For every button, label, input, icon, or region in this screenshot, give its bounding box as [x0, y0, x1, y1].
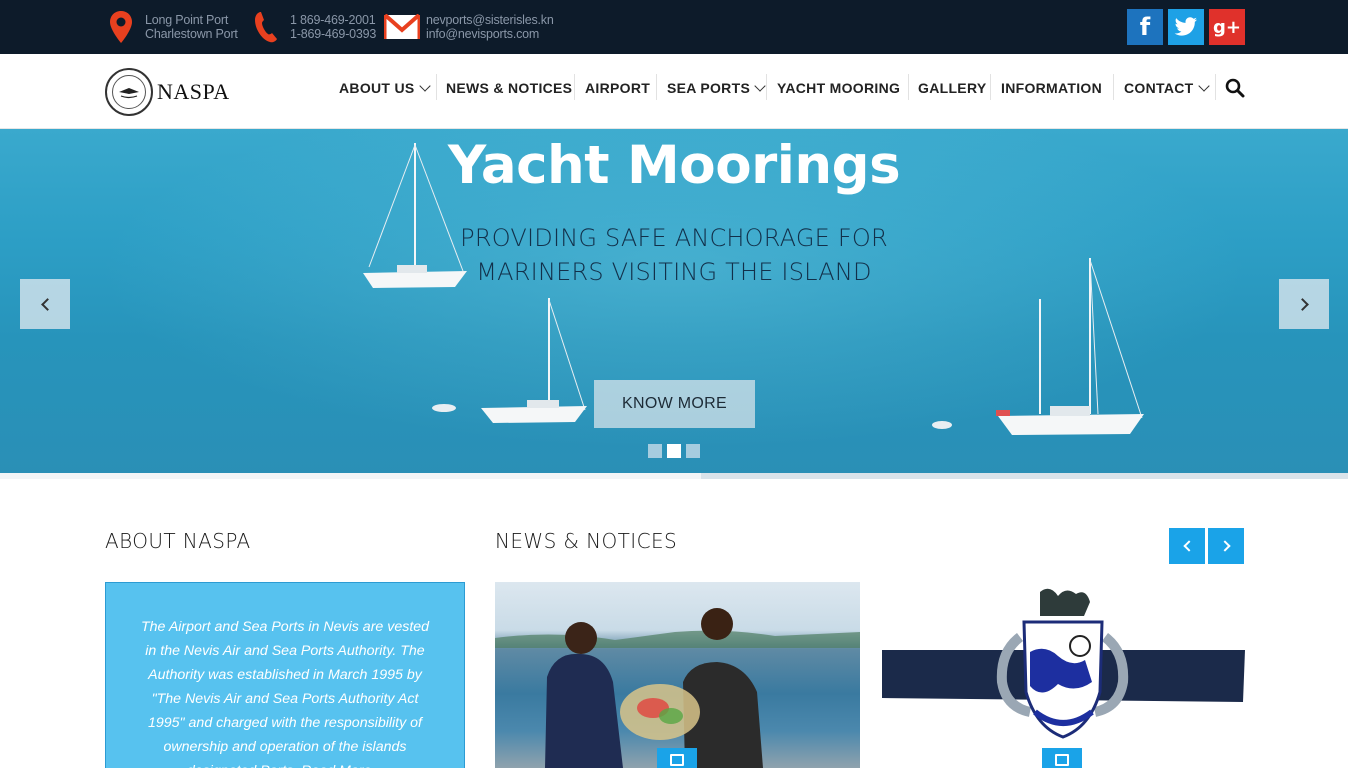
nav-news-notices[interactable]: NEWS & NOTICES: [446, 76, 572, 100]
chevron-down-icon: [1197, 80, 1210, 92]
nav-about-us-label: ABOUT US: [339, 80, 415, 96]
nav-airport[interactable]: AIRPORT: [585, 76, 650, 100]
coat-of-arms-image: [882, 588, 1245, 739]
slider-dot-active[interactable]: [667, 444, 681, 458]
news-prev-button[interactable]: [1169, 528, 1205, 564]
google-plus-icon[interactable]: g+: [1209, 9, 1245, 45]
phone-info: 1 869-469-2001 1-869-469-0393: [248, 10, 376, 44]
news-badge: [657, 748, 697, 768]
facebook-glyph: f: [1139, 13, 1151, 41]
email-line-2[interactable]: info@nevisports.com: [426, 27, 554, 41]
hero-subtitle: PROVIDING SAFE ANCHORAGE FOR MARINERS VI…: [0, 221, 1348, 289]
slider-dot[interactable]: [686, 444, 700, 458]
google-plus-glyph: g+: [1213, 16, 1241, 38]
nav-information[interactable]: INFORMATION: [1001, 76, 1102, 100]
naspa-seal-icon: [105, 68, 153, 116]
nav-yacht-mooring[interactable]: YACHT MOORING: [777, 76, 900, 100]
phone-line-2[interactable]: 1-869-469-0393: [290, 27, 376, 41]
document-icon: [1055, 754, 1069, 766]
nav-contact-label: CONTACT: [1124, 80, 1194, 96]
site-logo[interactable]: NASPA: [105, 68, 230, 116]
slider-dot[interactable]: [648, 444, 662, 458]
nav-divider: [1113, 74, 1114, 100]
nav-about-us[interactable]: ABOUT US: [339, 76, 431, 100]
search-icon[interactable]: [1225, 78, 1245, 98]
slider-progress-bar: [0, 473, 1348, 479]
news-section-title: NEWS & NOTICES: [495, 529, 678, 553]
dinghy-image: [932, 421, 952, 429]
slider-next-button[interactable]: [1279, 279, 1329, 329]
slider-pagination: [648, 444, 700, 458]
nav-divider: [990, 74, 991, 100]
nav-gallery-label: GALLERY: [918, 80, 987, 96]
location-line-2: Charlestown Port: [145, 27, 238, 41]
facebook-icon[interactable]: f: [1127, 9, 1163, 45]
hero-slider: Yacht Moorings PROVIDING SAFE ANCHORAGE …: [0, 129, 1348, 479]
email-line-1[interactable]: nevports@sisterisles.kn: [426, 13, 554, 27]
news-card-crest[interactable]: [880, 582, 1245, 768]
about-section-title: ABOUT NASPA: [105, 529, 251, 553]
chevron-down-icon: [754, 80, 766, 92]
about-card: The Airport and Sea Ports in Nevis are v…: [105, 582, 465, 768]
logo-text: NASPA: [157, 79, 230, 104]
location-info: Long Point Port Charlestown Port: [103, 10, 238, 44]
map-pin-icon: [103, 10, 139, 44]
mail-icon: [384, 10, 420, 44]
nav-divider: [908, 74, 909, 100]
hero-subtitle-line-2: MARINERS VISITING THE ISLAND: [476, 258, 872, 286]
nav-sea-ports[interactable]: SEA PORTS: [667, 76, 766, 100]
chevron-left-icon: [1182, 540, 1195, 552]
slider-prev-button[interactable]: [20, 279, 70, 329]
nav-divider: [436, 74, 437, 100]
nav-divider: [656, 74, 657, 100]
nav-contact[interactable]: CONTACT: [1124, 76, 1210, 100]
about-text[interactable]: The Airport and Sea Ports in Nevis are v…: [134, 615, 436, 768]
nav-divider: [574, 74, 575, 100]
nav-airport-label: AIRPORT: [585, 80, 651, 96]
news-next-button[interactable]: [1208, 528, 1244, 564]
twitter-icon[interactable]: [1168, 9, 1204, 45]
email-info: nevports@sisterisles.kn info@nevisports.…: [384, 10, 554, 44]
main-header: NASPA ABOUT US NEWS & NOTICES AIRPORT SE…: [0, 54, 1348, 129]
nav-sea-ports-label: SEA PORTS: [667, 80, 751, 96]
news-card-image[interactable]: [495, 582, 860, 768]
nav-information-label: INFORMATION: [1001, 80, 1103, 96]
chevron-right-icon: [1295, 297, 1309, 311]
nav-gallery[interactable]: GALLERY: [918, 76, 986, 100]
document-icon: [670, 754, 684, 766]
dinghy-image: [432, 404, 456, 412]
nav-divider: [1215, 74, 1216, 100]
news-photo: [495, 608, 860, 768]
know-more-button[interactable]: KNOW MORE: [594, 380, 755, 428]
nav-yacht-mooring-label: YACHT MOORING: [777, 80, 901, 96]
phone-line-1[interactable]: 1 869-469-2001: [290, 13, 376, 27]
location-line-1: Long Point Port: [145, 13, 229, 27]
top-bar: Long Point Port Charlestown Port 1 869-4…: [0, 0, 1348, 54]
chevron-left-icon: [40, 297, 54, 311]
chevron-right-icon: [1218, 540, 1231, 552]
slider-progress-fill: [0, 473, 701, 479]
hero-title: Yacht Moorings: [447, 135, 901, 196]
hero-subtitle-line-1: PROVIDING SAFE ANCHORAGE FOR: [460, 224, 888, 252]
news-badge: [1042, 748, 1082, 768]
nav-divider: [766, 74, 767, 100]
chevron-down-icon: [418, 80, 431, 92]
sailboat-image: [481, 298, 587, 423]
nav-news-notices-label: NEWS & NOTICES: [446, 80, 573, 96]
phone-icon: [248, 10, 284, 44]
